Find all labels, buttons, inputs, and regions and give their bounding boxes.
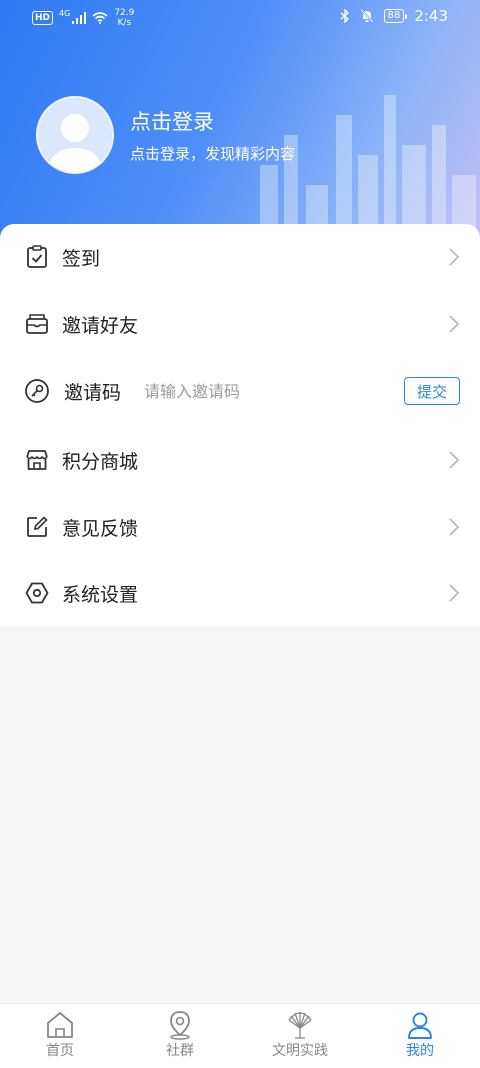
location-pin-icon xyxy=(170,1011,190,1040)
menu-item-points-mall[interactable]: 积分商城 xyxy=(0,427,480,493)
mail-tray-icon xyxy=(24,311,50,337)
chevron-right-icon xyxy=(449,451,460,469)
status-time: 2:43 xyxy=(414,7,448,25)
key-circle-icon xyxy=(24,378,50,404)
login-subtitle: 点击登录，发现精彩内容 xyxy=(130,145,296,163)
chevron-right-icon xyxy=(449,584,460,602)
default-avatar-icon xyxy=(38,98,112,172)
menu-label: 系统设置 xyxy=(62,583,139,606)
hd-badge: HD xyxy=(32,11,54,25)
menu-item-invite-code: 邀请码 提交 xyxy=(0,358,480,424)
clipboard-check-icon xyxy=(24,244,50,270)
mute-bell-icon xyxy=(359,9,374,23)
store-icon xyxy=(24,447,50,473)
status-bar: HD 4G 72.9 K/s 88 2:43 xyxy=(0,0,480,34)
profile-header: HD 4G 72.9 K/s 88 2:43 点击登录 点击登录，发现精彩内容 xyxy=(0,0,480,245)
menu-item-invite-friends[interactable]: 邀请好友 xyxy=(0,291,480,357)
menu-item-checkin[interactable]: 签到 xyxy=(0,224,480,290)
tab-label: 文明实践 xyxy=(272,1043,328,1059)
network-speed: 72.9 K/s xyxy=(114,8,135,28)
tab-label: 我的 xyxy=(406,1043,434,1059)
fan-emblem-icon xyxy=(288,1012,312,1039)
chevron-right-icon xyxy=(449,248,460,266)
menu-label: 积分商城 xyxy=(62,450,139,473)
bottom-tab-bar: 首页 社群 文明实践 我的 xyxy=(0,1003,480,1068)
settings-hexagon-icon xyxy=(24,580,50,606)
tab-label: 社群 xyxy=(166,1043,194,1059)
menu-label: 意见反馈 xyxy=(62,517,139,540)
chevron-right-icon xyxy=(449,518,460,536)
tab-civilization-practice[interactable]: 文明实践 xyxy=(240,1004,360,1068)
home-icon xyxy=(47,1012,73,1038)
tab-home[interactable]: 首页 xyxy=(0,1004,120,1068)
edit-icon xyxy=(24,514,50,540)
menu-label: 邀请码 xyxy=(64,381,122,404)
tab-community[interactable]: 社群 xyxy=(120,1004,240,1068)
menu-label: 签到 xyxy=(62,247,101,270)
user-icon xyxy=(408,1012,432,1039)
network-type: 4G xyxy=(59,8,71,18)
avatar[interactable] xyxy=(36,96,114,174)
tab-label: 首页 xyxy=(46,1043,74,1059)
battery-indicator: 88 xyxy=(383,9,408,23)
menu-item-feedback[interactable]: 意见反馈 xyxy=(0,494,480,560)
bluetooth-icon xyxy=(340,9,349,23)
submit-invite-code-button[interactable]: 提交 xyxy=(404,377,460,405)
menu-label: 邀请好友 xyxy=(62,314,139,337)
menu-item-settings[interactable]: 系统设置 xyxy=(0,560,480,626)
chevron-right-icon xyxy=(449,315,460,333)
menu-list: 签到 邀请好友 邀请码 提交 xyxy=(0,224,480,626)
signal-icon xyxy=(72,12,87,24)
login-title[interactable]: 点击登录 xyxy=(130,106,214,136)
wifi-icon xyxy=(92,12,108,24)
tab-mine[interactable]: 我的 xyxy=(360,1004,480,1068)
invite-code-input[interactable] xyxy=(144,381,384,401)
